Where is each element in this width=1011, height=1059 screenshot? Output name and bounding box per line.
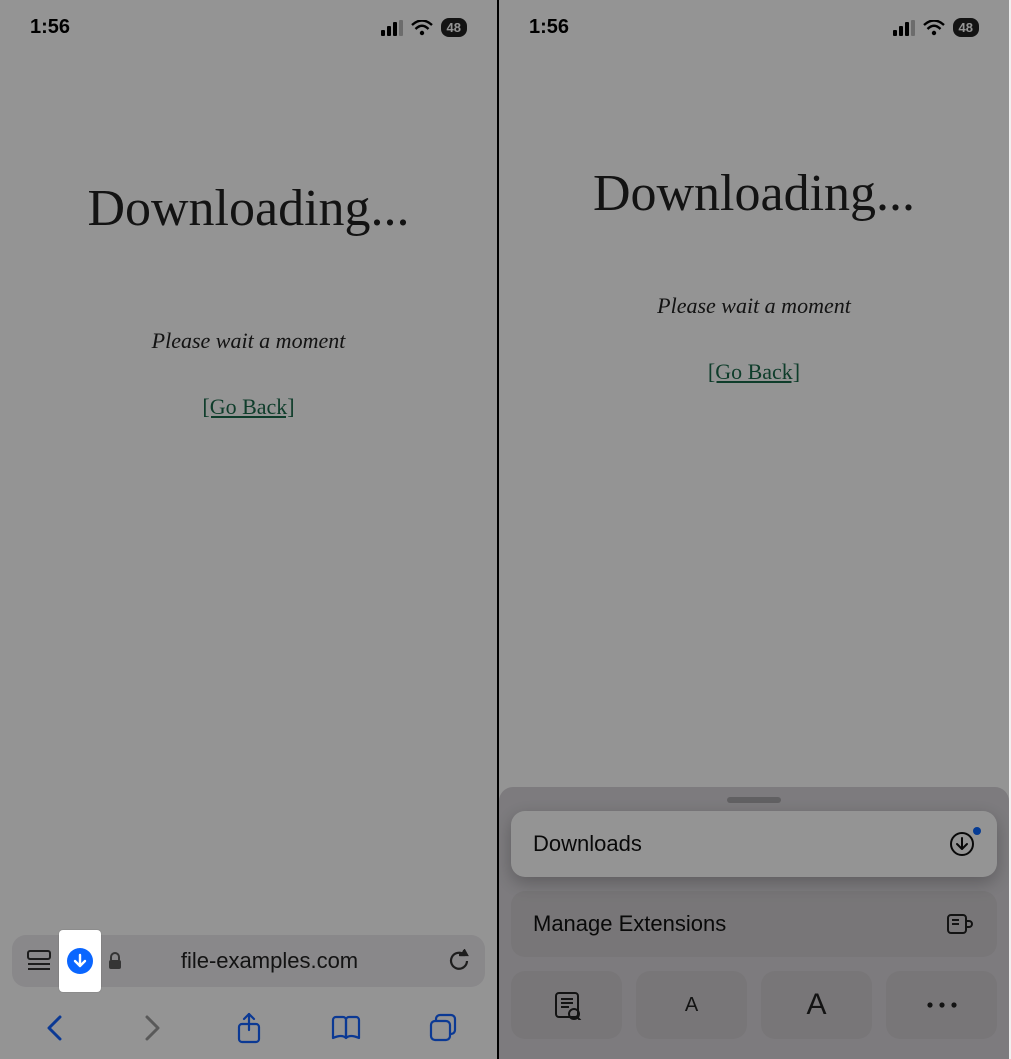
manage-extensions-menu-item[interactable]: Manage Extensions bbox=[511, 891, 997, 957]
page-content: Downloading... Please wait a moment [Go … bbox=[0, 49, 497, 420]
forward-button bbox=[129, 1013, 175, 1043]
download-heading: Downloading... bbox=[0, 179, 497, 238]
text-size-row: A A bbox=[511, 971, 997, 1039]
share-button[interactable] bbox=[226, 1012, 272, 1044]
downloads-menu-item[interactable]: Downloads bbox=[511, 811, 997, 877]
bookmarks-button[interactable] bbox=[323, 1014, 369, 1042]
safari-toolbar bbox=[0, 997, 497, 1059]
screenshot-left: 1:56 48 Downloading... Please wait a mom… bbox=[0, 0, 499, 1059]
go-back-link[interactable]: [Go Back] bbox=[708, 359, 800, 385]
tabs-button[interactable] bbox=[420, 1013, 466, 1043]
more-button[interactable] bbox=[886, 971, 997, 1039]
larger-text-button[interactable]: A bbox=[761, 971, 872, 1039]
download-heading: Downloading... bbox=[499, 164, 1009, 223]
reload-icon[interactable] bbox=[447, 949, 471, 973]
status-bar: 1:56 48 bbox=[499, 0, 1009, 49]
downloads-badge-dot bbox=[973, 827, 981, 835]
status-time: 1:56 bbox=[529, 16, 569, 39]
cellular-icon bbox=[893, 20, 915, 36]
go-back-link[interactable]: [Go Back] bbox=[202, 394, 294, 420]
battery-icon: 48 bbox=[953, 18, 979, 37]
status-icons: 48 bbox=[381, 18, 467, 37]
page-menu-sheet: Downloads Manage Extensions A A bbox=[499, 787, 1009, 1059]
download-arrow-icon bbox=[67, 948, 93, 974]
cellular-icon bbox=[381, 20, 403, 36]
address-bar[interactable]: file-examples.com bbox=[12, 935, 485, 987]
battery-icon: 48 bbox=[441, 18, 467, 37]
status-icons: 48 bbox=[893, 18, 979, 37]
wait-text: Please wait a moment bbox=[499, 293, 1009, 319]
downloads-icon bbox=[949, 831, 975, 857]
wifi-icon bbox=[923, 20, 945, 36]
reader-button[interactable] bbox=[511, 971, 622, 1039]
downloads-indicator[interactable] bbox=[59, 930, 101, 992]
page-settings-icon[interactable] bbox=[26, 950, 52, 972]
wait-text: Please wait a moment bbox=[0, 328, 497, 354]
screenshot-right: 1:56 48 Downloading... Please wait a mom… bbox=[499, 0, 1009, 1059]
page-content: Downloading... Please wait a moment [Go … bbox=[499, 49, 1009, 385]
url-text: file-examples.com bbox=[102, 948, 437, 974]
back-button[interactable] bbox=[32, 1013, 78, 1043]
extension-icon bbox=[945, 911, 975, 937]
status-time: 1:56 bbox=[30, 16, 70, 39]
smaller-text-button[interactable]: A bbox=[636, 971, 747, 1039]
wifi-icon bbox=[411, 20, 433, 36]
sheet-grabber[interactable] bbox=[727, 797, 781, 803]
manage-extensions-label: Manage Extensions bbox=[533, 911, 726, 937]
status-bar: 1:56 48 bbox=[0, 0, 497, 49]
downloads-label: Downloads bbox=[533, 831, 642, 857]
